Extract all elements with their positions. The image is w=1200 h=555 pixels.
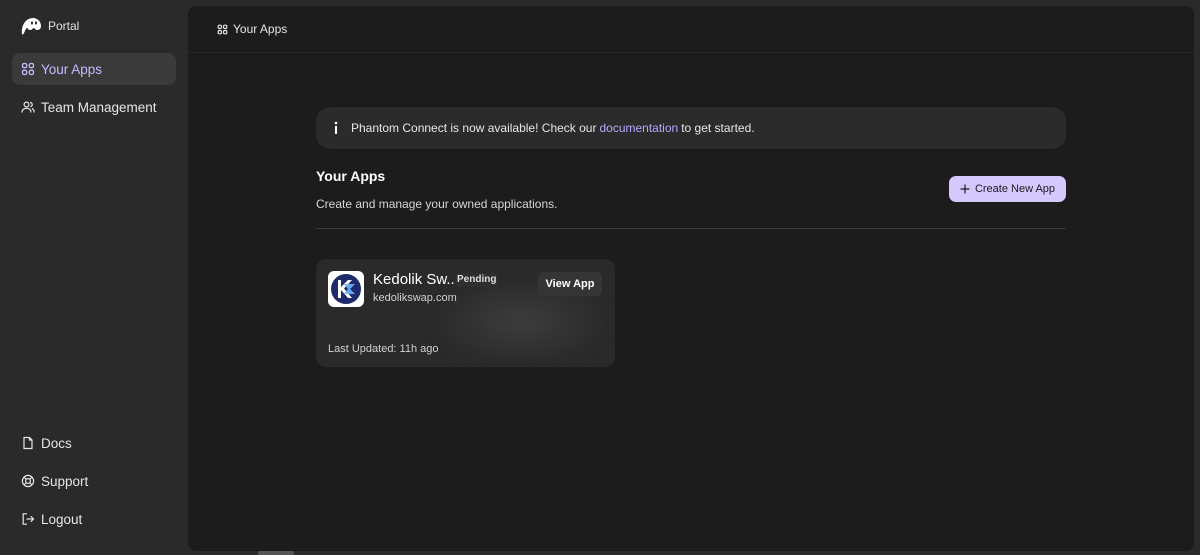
breadcrumb: Your Apps — [188, 6, 1194, 53]
documentation-link[interactable]: documentation — [599, 121, 678, 135]
status-badge: Pending — [455, 273, 499, 287]
document-icon — [23, 436, 33, 450]
divider — [316, 228, 1066, 229]
brand-name: Portal — [48, 19, 80, 33]
phantom-ghost-icon — [21, 18, 41, 35]
users-icon — [21, 101, 35, 113]
sidebar-item-label: Support — [41, 473, 89, 489]
info-icon — [334, 121, 338, 134]
page-title: Your Apps — [233, 22, 288, 36]
section-title: Your Apps — [316, 168, 386, 184]
sidebar-item-logout[interactable]: Logout — [12, 503, 176, 535]
brand[interactable]: Portal — [20, 16, 79, 36]
sidebar-item-label: Your Apps — [41, 61, 103, 77]
sidebar-item-label: Team Management — [41, 99, 157, 115]
last-updated: Last Updated: 11h ago — [328, 343, 439, 355]
section-subtitle: Create and manage your owned application… — [316, 197, 558, 211]
logout-icon — [22, 513, 35, 525]
scroll-handle[interactable] — [258, 551, 294, 555]
main-panel: Your Apps Phantom Connect is now availab… — [188, 6, 1194, 551]
sidebar-item-team-management[interactable]: Team Management — [12, 91, 176, 123]
sidebar-item-support[interactable]: Support — [12, 465, 176, 497]
lifebuoy-icon — [21, 474, 35, 488]
sidebar-item-your-apps[interactable]: Your Apps — [12, 53, 176, 85]
sidebar: Portal Your Apps Team Management Docs Su… — [0, 0, 188, 555]
app-name: Kedolik Sw... — [373, 271, 459, 288]
kedolik-logo-icon — [331, 274, 361, 304]
portal-app: Portal Your Apps Team Management Docs Su… — [0, 0, 1200, 555]
banner-text: Phantom Connect is now available! Check … — [351, 121, 597, 135]
apps-grid-icon — [21, 62, 35, 76]
apps-grid-icon — [217, 24, 228, 34]
plus-icon — [960, 184, 970, 194]
sidebar-item-docs[interactable]: Docs — [12, 427, 176, 459]
create-new-app-button[interactable]: Create New App — [949, 176, 1066, 202]
sidebar-item-label: Logout — [41, 511, 83, 527]
create-new-app-label: Create New App — [974, 183, 1056, 195]
view-app-button[interactable]: View App — [538, 272, 602, 296]
sidebar-item-label: Docs — [41, 435, 72, 451]
app-domain: kedolikswap.com — [373, 292, 457, 304]
banner-text-end: to get started. — [681, 121, 755, 135]
app-card[interactable]: Kedolik Sw... Pending kedolikswap.com Vi… — [316, 259, 615, 367]
announcement-banner: Phantom Connect is now available! Check … — [316, 107, 1066, 149]
app-logo — [328, 271, 364, 307]
